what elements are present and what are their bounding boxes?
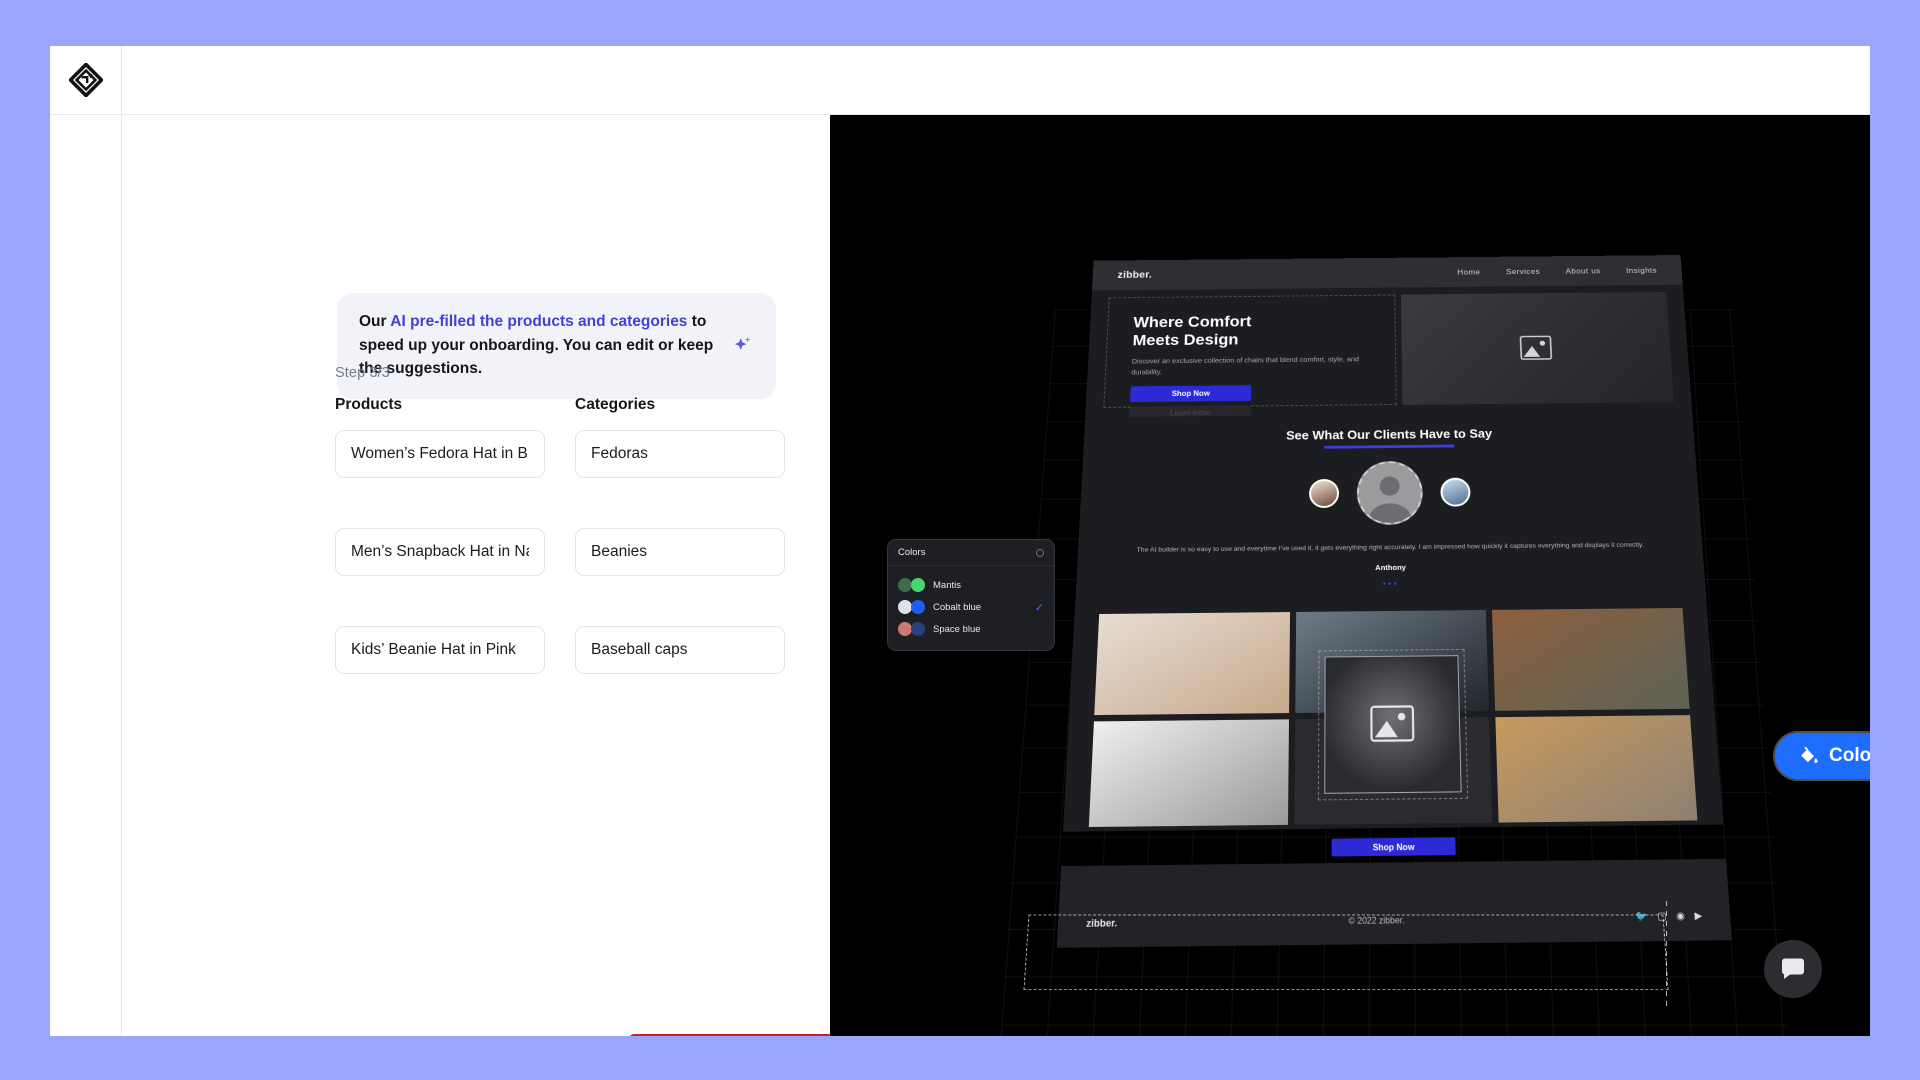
product-input-1[interactable]: Women’s Fedora Hat in B <box>335 430 545 478</box>
callout-prefix: Our <box>359 313 391 330</box>
colors-pill-label: Colors <box>1829 745 1870 766</box>
mock-nav-item-insights[interactable]: Insights <box>1626 266 1657 275</box>
colors-popover-header: Colors <box>888 540 1054 566</box>
image-placeholder-icon <box>1519 335 1553 361</box>
categories-heading: Categories <box>575 396 656 413</box>
color-option-space-blue[interactable]: Space blue <box>898 618 1044 640</box>
footer-selection-guide <box>1666 901 1667 1009</box>
ai-callout: Our AI pre-filled the products and categ… <box>337 293 776 399</box>
gallery-cta-wrap: Shop Now <box>1062 834 1726 859</box>
color-option-label: Space blue <box>933 623 981 635</box>
ai-callout-text: Our AI pre-filled the products and categ… <box>359 310 724 381</box>
mock-nav-item-about[interactable]: About us <box>1565 266 1600 275</box>
hero-image-placeholder <box>1400 291 1674 405</box>
product-input-2[interactable]: Men’s Snapback Hat in Na <box>335 528 545 576</box>
color-swatch-icon <box>898 600 925 614</box>
youtube-icon[interactable]: ▶ <box>1694 910 1702 923</box>
testimonial-pagination-dots[interactable]: ••• <box>1076 575 1705 591</box>
colors-popover: Colors Mantis Cobalt blue ✓ Space blue <box>887 539 1055 651</box>
paint-bucket-icon <box>1801 746 1818 763</box>
testimonial-avatars <box>1079 458 1700 528</box>
category-input-1[interactable]: Fedoras <box>575 430 785 478</box>
app-window: Our AI pre-filled the products and categ… <box>50 46 1870 1036</box>
testimonial-author: Anthony <box>1375 562 1406 572</box>
category-input-2[interactable]: Beanies <box>575 528 785 576</box>
generate-button-highlight: Generate <box>629 1034 852 1036</box>
gallery-image <box>1495 715 1698 823</box>
mock-testimonials-section: See What Our Clients Have to Say The AI … <box>1075 411 1707 607</box>
colors-pill-button[interactable]: Colors <box>1775 733 1870 779</box>
image-placeholder-icon <box>1369 704 1415 743</box>
categories-column: Categories Fedoras Beanies Baseball caps <box>575 396 785 724</box>
step-indicator: Step 3/3 <box>335 365 390 381</box>
product-value-3: Kids’ Beanie Hat in Pink <box>351 641 516 658</box>
mock-nav: Home Services About us Insights <box>1457 266 1657 277</box>
colors-option-list: Mantis Cobalt blue ✓ Space blue <box>888 566 1054 650</box>
color-option-label: Mantis <box>933 579 961 591</box>
hero-subtitle: Discover an exclusive collection of chai… <box>1131 355 1360 376</box>
color-option-cobalt-blue[interactable]: Cobalt blue ✓ <box>898 596 1044 618</box>
gallery-image <box>1094 612 1290 716</box>
gallery-cta-button[interactable]: Shop Now <box>1331 837 1456 857</box>
mock-nav-item-services[interactable]: Services <box>1506 267 1540 276</box>
sparkle-icon <box>734 337 751 351</box>
color-swatch-icon <box>898 578 925 592</box>
product-input-3[interactable]: Kids’ Beanie Hat in Pink <box>335 626 545 674</box>
avatar <box>1309 478 1339 509</box>
callout-highlight: AI pre-filled the products and categorie… <box>390 313 688 330</box>
website-mockup: zibber. Home Services About us Insights … <box>1056 255 1733 964</box>
category-value-2: Beanies <box>591 543 648 560</box>
color-option-mantis[interactable]: Mantis <box>898 574 1044 596</box>
color-option-label: Cobalt blue <box>933 601 982 613</box>
top-bar <box>50 46 1870 115</box>
website-preview-pane: zibber. Home Services About us Insights … <box>830 115 1870 1036</box>
hero-copy-block: Where Comfort Meets Design Discover an e… <box>1103 294 1397 422</box>
onboarding-form-pane: Our AI pre-filled the products and categ… <box>122 115 852 1036</box>
testimonial-quote: The AI builder is so easy to use and eve… <box>1136 541 1644 554</box>
product-value-1: Women’s Fedora Hat in B <box>351 445 528 462</box>
fields-columns: Products Women’s Fedora Hat in B Men’s S… <box>335 396 785 724</box>
left-rail <box>50 115 122 1036</box>
chat-widget-button[interactable] <box>1764 940 1822 998</box>
mock-hero-section: Where Comfort Meets Design Discover an e… <box>1085 284 1693 422</box>
window-body: Our AI pre-filled the products and categ… <box>50 115 1870 1036</box>
category-input-3[interactable]: Baseball caps <box>575 626 785 674</box>
products-heading: Products <box>335 396 403 413</box>
hero-cta-button[interactable]: Shop Now <box>1129 385 1252 402</box>
logo-cell[interactable] <box>50 46 122 115</box>
close-circle-icon[interactable] <box>1036 548 1044 557</box>
product-value-2: Men’s Snapback Hat in Na <box>351 543 529 560</box>
diamond-logo-icon <box>68 63 103 97</box>
avatar <box>1440 477 1471 507</box>
dribbble-icon[interactable]: ◉ <box>1676 910 1685 923</box>
mock-nav-item-home[interactable]: Home <box>1457 267 1480 276</box>
color-swatch-icon <box>898 622 925 636</box>
footer-selection-outline <box>1023 914 1669 991</box>
check-icon: ✓ <box>1034 601 1044 614</box>
products-column: Products Women’s Fedora Hat in B Men’s S… <box>335 396 545 724</box>
hero-title: Where Comfort Meets Design <box>1132 312 1252 349</box>
category-value-1: Fedoras <box>591 445 648 462</box>
chat-bubble-icon <box>1782 958 1804 979</box>
testimonial-underline <box>1324 444 1455 449</box>
mock-gallery-section <box>1063 599 1724 832</box>
avatar-active <box>1356 460 1424 526</box>
testimonial-title: See What Our Clients Have to Say <box>1286 426 1493 443</box>
mock-brand: zibber. <box>1117 269 1153 281</box>
gallery-image-placeholder-selected[interactable] <box>1317 648 1469 801</box>
category-value-3: Baseball caps <box>591 641 688 658</box>
gallery-image <box>1088 719 1289 828</box>
gallery-image <box>1492 607 1690 711</box>
colors-popover-title: Colors <box>898 547 926 558</box>
